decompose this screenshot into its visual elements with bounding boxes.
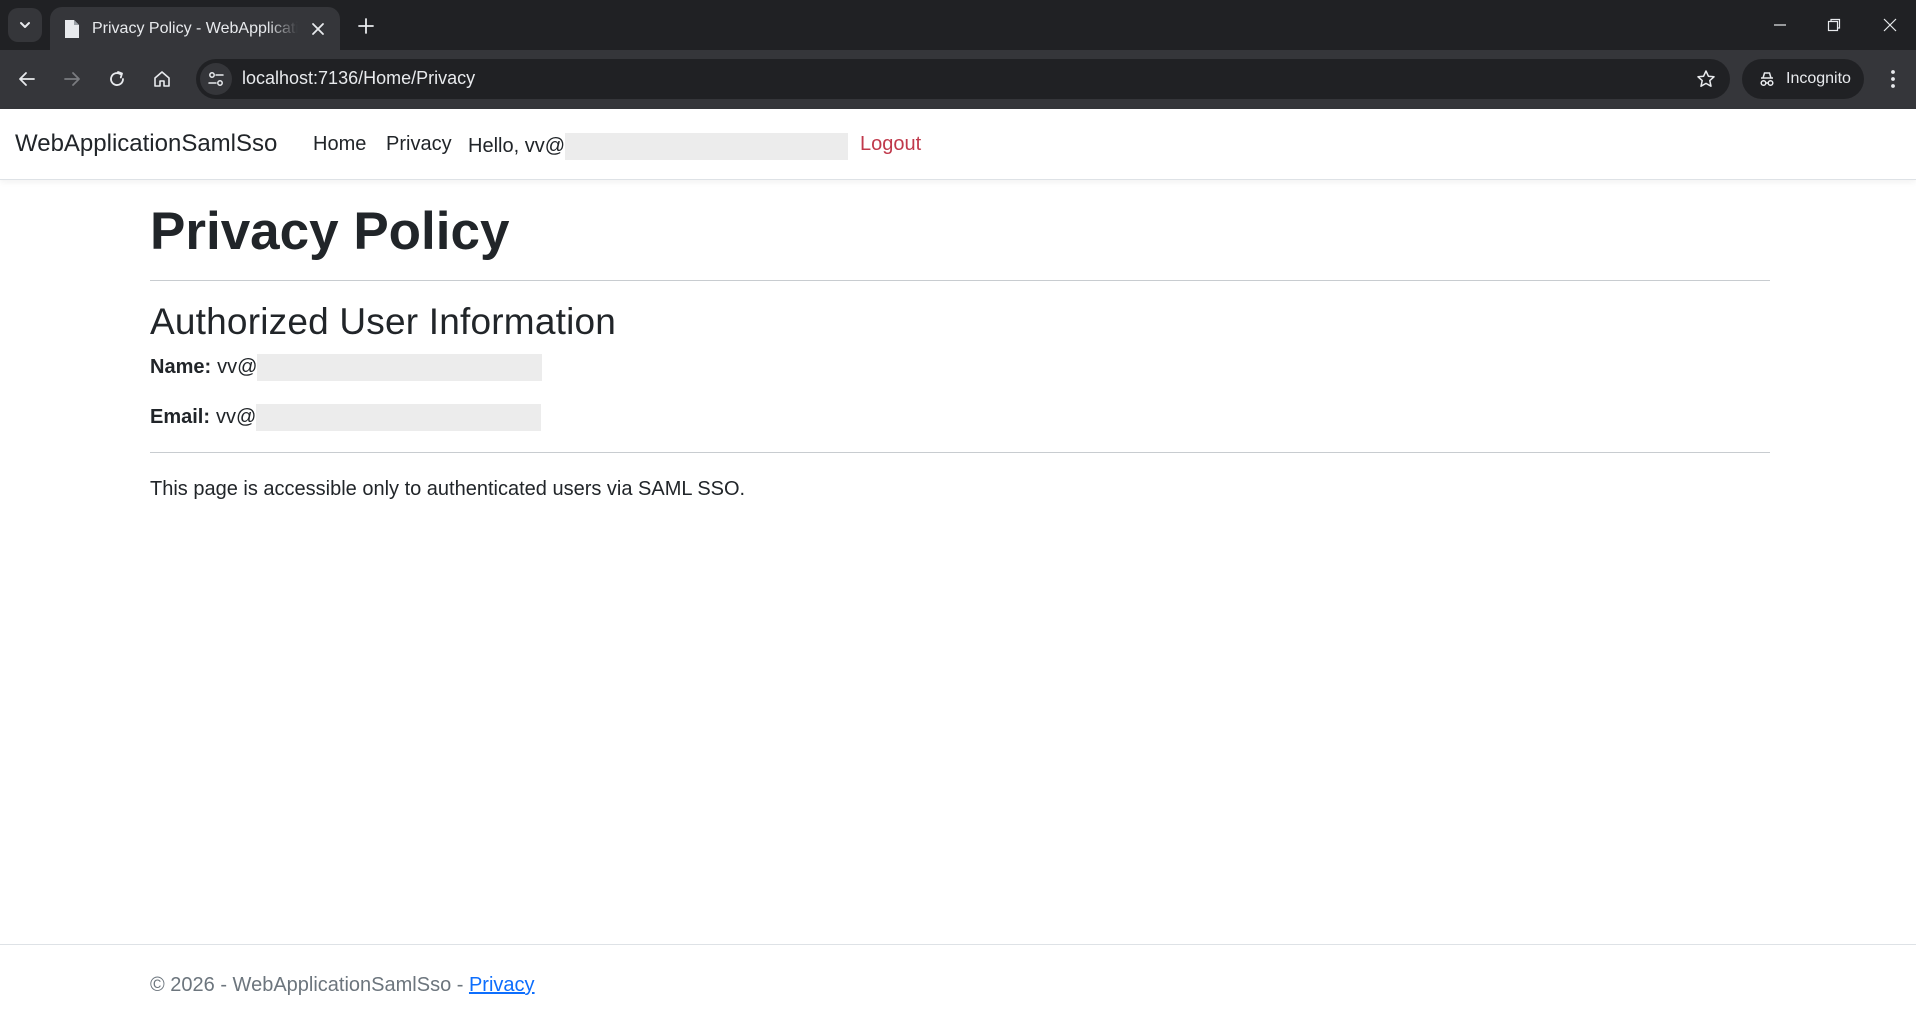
site-navbar: WebApplicationSamlSso Home Privacy Hello… [0,109,1916,180]
footer-copyright: © 2026 - WebApplicationSamlSso - [150,974,469,996]
email-value: vv@ [216,406,257,428]
redacted-name-block [257,354,543,381]
name-value: vv@ [217,356,258,378]
logout-link[interactable]: Logout [860,133,921,156]
browser-toolbar: localhost:7136/Home/Privacy Incognito [0,50,1916,109]
name-label: Name: [150,356,212,378]
tab-title: Privacy Policy - WebApplicationSamlSso [92,19,298,37]
bookmark-star-icon[interactable] [1692,65,1720,93]
footer-text: © 2026 - WebApplicationSamlSso - Privacy [150,974,535,997]
forward-arrow-icon[interactable] [55,62,89,96]
hello-user-text: Hello, vv@ [468,133,848,160]
tab-search-button[interactable] [8,8,42,42]
browser-tab-active[interactable]: Privacy Policy - WebApplicationSamlSso [50,7,340,50]
divider [150,452,1770,453]
address-bar[interactable]: localhost:7136/Home/Privacy [196,59,1730,99]
divider [150,280,1770,281]
home-icon[interactable] [145,62,179,96]
restore-icon[interactable] [1806,0,1862,50]
url-text[interactable]: localhost:7136/Home/Privacy [242,68,475,89]
redacted-email-value-block [256,404,542,431]
browser-tab-strip: Privacy Policy - WebApplicationSamlSso [0,0,1916,50]
incognito-indicator[interactable]: Incognito [1742,59,1864,99]
back-arrow-icon[interactable] [10,62,44,96]
redacted-email-block [565,133,848,160]
site-info-icon[interactable] [200,63,232,95]
footer-privacy-link[interactable]: Privacy [469,974,535,996]
hello-text: Hello, vv@ [468,135,565,157]
minimize-icon[interactable] [1752,0,1808,50]
reload-icon[interactable] [100,62,134,96]
incognito-icon [1760,72,1774,87]
incognito-label: Incognito [1786,70,1851,87]
kebab-menu-icon[interactable] [1876,62,1910,96]
new-tab-plus-icon[interactable] [352,12,380,40]
page-title: Privacy Policy [150,202,510,261]
email-label: Email: [150,406,211,428]
site-footer: © 2026 - WebApplicationSamlSso - Privacy [0,944,1916,1018]
nav-link-home[interactable]: Home [313,133,366,156]
section-title: Authorized User Information [150,301,617,342]
tab-close-icon[interactable] [308,19,328,39]
access-note: This page is accessible only to authenti… [150,478,746,500]
name-row: Name: vv@ [150,354,543,381]
navbar-brand[interactable]: WebApplicationSamlSso [15,130,277,158]
email-row: Email: vv@ [150,404,542,431]
close-window-icon[interactable] [1862,0,1916,50]
chevron-down-icon [20,22,30,28]
page-favicon-icon [62,19,82,39]
nav-link-privacy[interactable]: Privacy [386,133,452,156]
